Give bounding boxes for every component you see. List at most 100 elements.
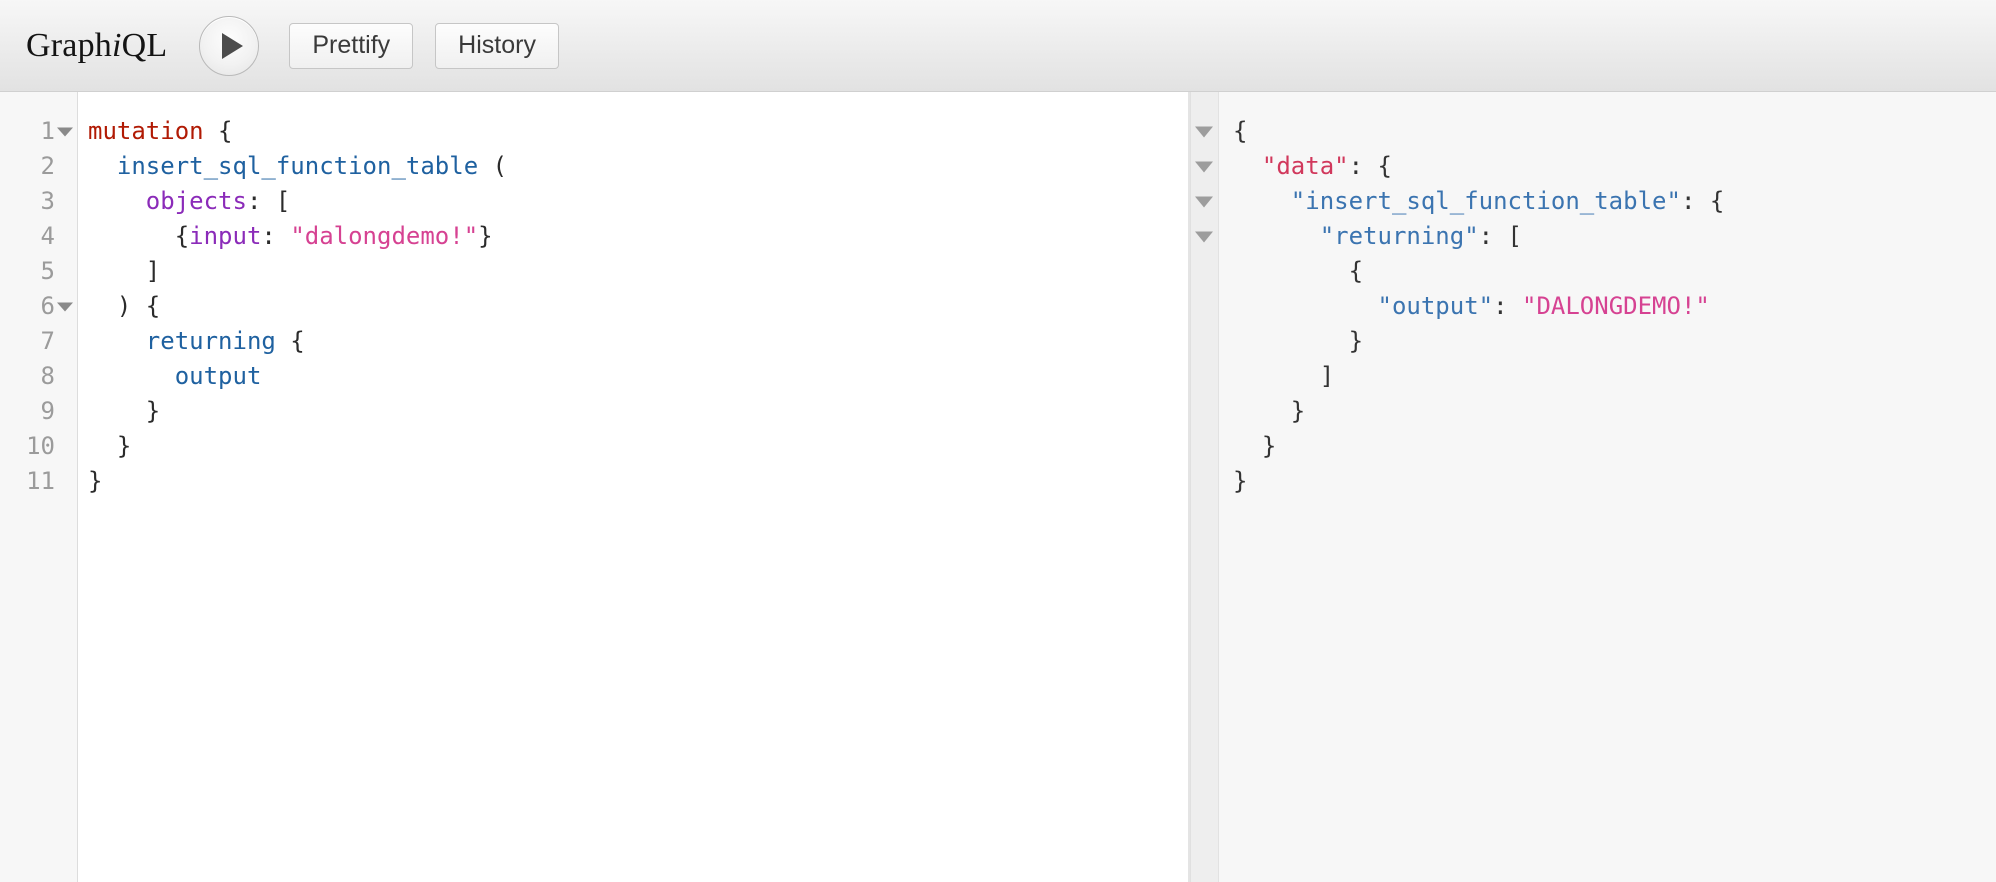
line-number-label: 2 bbox=[40, 152, 55, 180]
code-token-brace: } bbox=[1233, 397, 1306, 425]
code-token-field: insert_sql_function_table bbox=[116, 152, 479, 180]
code-token-punct: : [ bbox=[246, 187, 291, 215]
result-fold-gutter[interactable] bbox=[1191, 92, 1219, 882]
result-fold-row[interactable] bbox=[1191, 219, 1218, 254]
result-code-line: } bbox=[1233, 429, 1996, 464]
query-code-line: } bbox=[88, 464, 1188, 499]
query-code-line: {input: "dalongdemo!"} bbox=[88, 219, 1188, 254]
result-fold-row bbox=[1191, 324, 1218, 359]
result-code-line: } bbox=[1233, 464, 1996, 499]
query-editor-code[interactable]: mutation { insert_sql_function_table ( o… bbox=[78, 92, 1188, 882]
code-token-brace: { bbox=[1233, 117, 1248, 145]
query-code-line: ) { bbox=[88, 289, 1188, 324]
code-token-punct: { bbox=[88, 222, 190, 250]
prettify-button[interactable]: Prettify bbox=[289, 22, 414, 69]
code-token-brace: ] bbox=[1233, 362, 1335, 390]
line-number: 4 bbox=[0, 219, 77, 254]
result-code-line: "data": { bbox=[1233, 149, 1996, 184]
query-code-line: } bbox=[88, 394, 1188, 429]
result-fold-row bbox=[1191, 254, 1218, 289]
result-fold-row bbox=[1191, 359, 1218, 394]
line-number: 8 bbox=[0, 359, 77, 394]
fold-triangle-icon[interactable] bbox=[1195, 196, 1213, 207]
graphiql-app: GraphiQL Prettify History 1 2 3 4 5 6 7 8 9 10 11 … bbox=[0, 0, 1996, 882]
code-token-field: output bbox=[174, 362, 262, 390]
code-token-punct bbox=[1233, 187, 1291, 215]
result-code-line: { bbox=[1233, 254, 1996, 289]
code-token-punct bbox=[88, 187, 146, 215]
code-token-punct: ( bbox=[478, 152, 508, 180]
history-button[interactable]: History bbox=[435, 22, 559, 69]
code-token-punct: : bbox=[261, 222, 291, 250]
query-code-line: returning { bbox=[88, 324, 1188, 359]
code-token-punct bbox=[1233, 152, 1262, 180]
line-number: 9 bbox=[0, 394, 77, 429]
line-number-label: 7 bbox=[40, 327, 55, 355]
code-token-punct bbox=[88, 362, 175, 390]
result-code-line: } bbox=[1233, 394, 1996, 429]
line-number-label: 8 bbox=[40, 362, 55, 390]
editor-panes: 1 2 3 4 5 6 7 8 9 10 11 mutation { insert_sql_func… bbox=[0, 92, 1996, 882]
code-token-keyword: mutation bbox=[88, 117, 204, 145]
line-number: 5 bbox=[0, 254, 77, 289]
code-token-string: "DALONGDEMO!" bbox=[1522, 292, 1710, 320]
fold-triangle-icon[interactable] bbox=[57, 302, 73, 311]
graphiql-logo: GraphiQL bbox=[26, 27, 167, 65]
line-number: 2 bbox=[0, 149, 77, 184]
result-fold-row[interactable] bbox=[1191, 114, 1218, 149]
code-token-string: "dalongdemo!" bbox=[290, 222, 479, 250]
code-token-punct: } bbox=[88, 467, 103, 495]
code-token-brace: } bbox=[1233, 327, 1364, 355]
result-code-line: ] bbox=[1233, 359, 1996, 394]
code-token-punct bbox=[1233, 292, 1378, 320]
result-fold-row bbox=[1191, 394, 1218, 429]
query-editor-pane[interactable]: 1 2 3 4 5 6 7 8 9 10 11 mutation { insert_sql_func… bbox=[0, 92, 1188, 882]
line-number-label: 3 bbox=[40, 187, 55, 215]
query-code-line: } bbox=[88, 429, 1188, 464]
code-token-brace: : { bbox=[1680, 187, 1725, 215]
code-token-brace: : [ bbox=[1478, 222, 1523, 250]
code-token-field: returning bbox=[145, 327, 276, 355]
code-token-punct bbox=[1233, 222, 1320, 250]
result-fold-row[interactable] bbox=[1191, 149, 1218, 184]
line-number: 6 bbox=[0, 289, 77, 324]
line-number: 7 bbox=[0, 324, 77, 359]
code-token-key-blue: "returning" bbox=[1319, 222, 1479, 250]
line-number: 11 bbox=[0, 464, 77, 499]
result-code-line: "output": "DALONGDEMO!" bbox=[1233, 289, 1996, 324]
code-token-punct bbox=[88, 327, 146, 355]
result-fold-row bbox=[1191, 464, 1218, 499]
result-code-line: { bbox=[1233, 114, 1996, 149]
result-fold-row[interactable] bbox=[1191, 184, 1218, 219]
code-token-punct: ] bbox=[88, 257, 161, 285]
result-code-line: "insert_sql_function_table": { bbox=[1233, 184, 1996, 219]
execute-query-button[interactable] bbox=[199, 15, 260, 76]
code-token-key-blue: "insert_sql_function_table" bbox=[1290, 187, 1681, 215]
result-code-line: } bbox=[1233, 324, 1996, 359]
query-line-number-gutter[interactable]: 1 2 3 4 5 6 7 8 9 10 11 bbox=[0, 92, 78, 882]
code-token-arg: objects bbox=[145, 187, 247, 215]
query-code-line: objects: [ bbox=[88, 184, 1188, 219]
fold-triangle-icon[interactable] bbox=[1195, 231, 1213, 242]
result-fold-row bbox=[1191, 429, 1218, 464]
line-number-label: 5 bbox=[40, 257, 55, 285]
line-number: 10 bbox=[0, 429, 77, 464]
line-number-label: 11 bbox=[26, 467, 55, 495]
query-code-line: ] bbox=[88, 254, 1188, 289]
result-viewer-pane[interactable]: { "data": { "insert_sql_function_table":… bbox=[1190, 92, 1996, 882]
line-number-label: 9 bbox=[40, 397, 55, 425]
code-token-punct: } bbox=[478, 222, 493, 250]
code-token-punct: } bbox=[88, 397, 161, 425]
fold-triangle-icon[interactable] bbox=[1195, 126, 1213, 137]
code-token-punct: { bbox=[275, 327, 305, 355]
query-code-line: insert_sql_function_table ( bbox=[88, 149, 1188, 184]
code-token-brace: { bbox=[1233, 257, 1364, 285]
fold-triangle-icon[interactable] bbox=[57, 127, 73, 136]
code-token-key-blue: "output" bbox=[1377, 292, 1494, 320]
logo-text-pre: Graph bbox=[26, 26, 112, 64]
fold-triangle-icon[interactable] bbox=[1195, 161, 1213, 172]
line-number-label: 4 bbox=[40, 222, 55, 250]
query-code-line: mutation { bbox=[88, 114, 1188, 149]
line-number: 1 bbox=[0, 114, 77, 149]
logo-text-post: QL bbox=[121, 26, 168, 64]
